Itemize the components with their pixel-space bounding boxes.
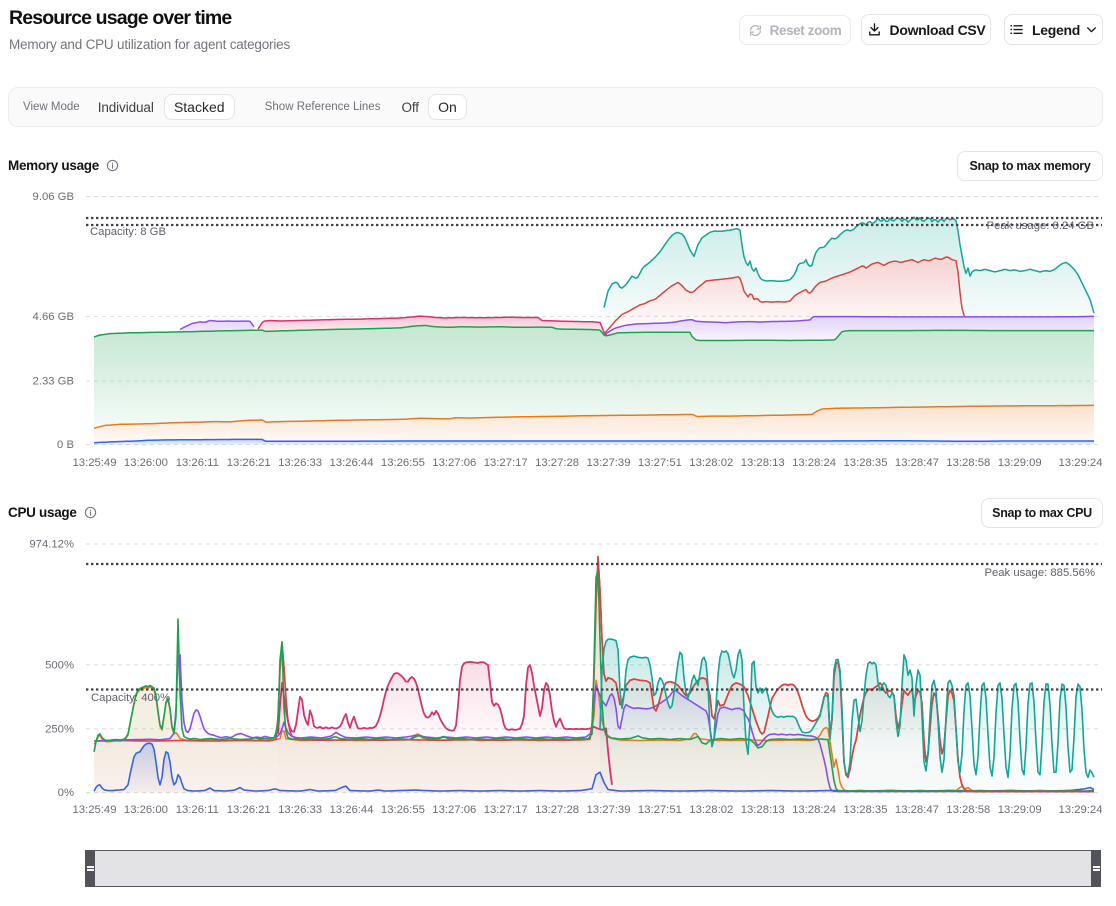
svg-text:13:28:58: 13:28:58 bbox=[946, 457, 990, 469]
svg-text:13:27:17: 13:27:17 bbox=[484, 804, 528, 816]
svg-text:13:27:39: 13:27:39 bbox=[587, 457, 631, 469]
svg-text:13:28:24: 13:28:24 bbox=[792, 457, 836, 469]
svg-text:13:28:02: 13:28:02 bbox=[689, 804, 733, 816]
svg-text:13:26:55: 13:26:55 bbox=[381, 457, 425, 469]
svg-text:13:25:49: 13:25:49 bbox=[73, 457, 117, 469]
svg-text:500%: 500% bbox=[45, 659, 74, 671]
svg-text:0 B: 0 B bbox=[57, 439, 74, 451]
svg-text:2.33 GB: 2.33 GB bbox=[33, 376, 74, 388]
svg-text:13:25:49: 13:25:49 bbox=[73, 804, 117, 816]
svg-text:250%: 250% bbox=[45, 723, 74, 735]
svg-text:13:28:24: 13:28:24 bbox=[792, 804, 836, 816]
svg-text:13:27:28: 13:27:28 bbox=[535, 804, 579, 816]
svg-text:13:27:06: 13:27:06 bbox=[432, 457, 476, 469]
svg-text:13:26:44: 13:26:44 bbox=[330, 457, 374, 469]
svg-text:4.66 GB: 4.66 GB bbox=[33, 311, 74, 323]
svg-text:13:27:28: 13:27:28 bbox=[535, 457, 579, 469]
svg-text:9.06 GB: 9.06 GB bbox=[33, 191, 74, 203]
svg-text:13:26:33: 13:26:33 bbox=[278, 804, 322, 816]
svg-text:Capacity: 400%: Capacity: 400% bbox=[91, 692, 170, 704]
svg-text:13:27:17: 13:27:17 bbox=[484, 457, 528, 469]
svg-text:13:26:33: 13:26:33 bbox=[278, 457, 322, 469]
svg-text:13:27:06: 13:27:06 bbox=[432, 804, 476, 816]
svg-text:13:27:51: 13:27:51 bbox=[638, 457, 682, 469]
svg-text:974.12%: 974.12% bbox=[29, 539, 74, 551]
svg-text:13:29:09: 13:29:09 bbox=[998, 457, 1042, 469]
svg-text:13:28:35: 13:28:35 bbox=[844, 804, 888, 816]
svg-text:Peak usage: 8.24 GB: Peak usage: 8.24 GB bbox=[987, 220, 1094, 232]
svg-text:13:27:39: 13:27:39 bbox=[587, 804, 631, 816]
svg-text:Capacity: 8 GB: Capacity: 8 GB bbox=[90, 226, 166, 238]
svg-text:13:26:11: 13:26:11 bbox=[176, 457, 219, 469]
svg-text:13:26:21: 13:26:21 bbox=[227, 457, 271, 469]
svg-text:13:26:44: 13:26:44 bbox=[330, 804, 374, 816]
svg-text:13:26:21: 13:26:21 bbox=[227, 804, 271, 816]
svg-text:13:29:24: 13:29:24 bbox=[1059, 457, 1103, 469]
svg-text:13:28:47: 13:28:47 bbox=[895, 457, 939, 469]
svg-text:13:26:55: 13:26:55 bbox=[381, 804, 425, 816]
svg-text:13:28:47: 13:28:47 bbox=[895, 804, 939, 816]
svg-text:13:28:35: 13:28:35 bbox=[844, 457, 888, 469]
svg-text:Peak usage: 885.56%: Peak usage: 885.56% bbox=[984, 567, 1095, 579]
svg-text:13:28:58: 13:28:58 bbox=[946, 804, 990, 816]
svg-text:13:28:13: 13:28:13 bbox=[741, 804, 785, 816]
svg-text:13:28:02: 13:28:02 bbox=[689, 457, 733, 469]
svg-text:13:29:09: 13:29:09 bbox=[998, 804, 1042, 816]
svg-text:13:28:13: 13:28:13 bbox=[741, 457, 785, 469]
svg-text:13:26:00: 13:26:00 bbox=[124, 457, 168, 469]
svg-text:13:26:00: 13:26:00 bbox=[124, 804, 168, 816]
svg-text:13:26:11: 13:26:11 bbox=[176, 804, 219, 816]
svg-text:13:27:51: 13:27:51 bbox=[638, 804, 682, 816]
svg-text:13:29:24: 13:29:24 bbox=[1059, 804, 1103, 816]
svg-text:0%: 0% bbox=[58, 787, 74, 799]
